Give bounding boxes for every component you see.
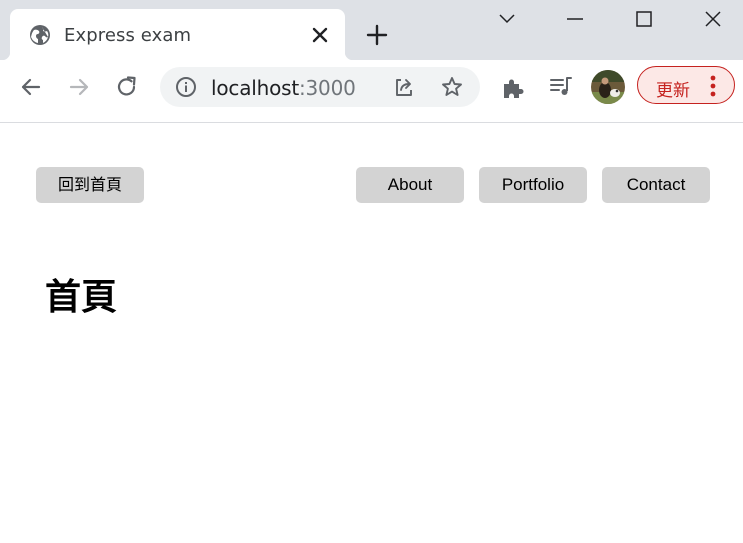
reload-icon[interactable] bbox=[114, 74, 140, 100]
tab-close-icon[interactable] bbox=[310, 25, 330, 45]
url-port: :3000 bbox=[298, 76, 356, 100]
profile-photo-icon bbox=[591, 70, 625, 104]
new-tab-icon[interactable] bbox=[364, 22, 390, 48]
browser-tab[interactable]: Express exam bbox=[2, 9, 353, 60]
tab-title: Express exam bbox=[64, 25, 192, 46]
tab-search-chevron-icon[interactable] bbox=[494, 6, 520, 32]
extensions-puzzle-icon[interactable] bbox=[500, 75, 526, 101]
more-vertical-icon[interactable] bbox=[710, 75, 716, 97]
bookmark-star-icon[interactable] bbox=[440, 75, 464, 99]
address-bar[interactable]: localhost:3000 bbox=[160, 67, 480, 107]
back-arrow-icon[interactable] bbox=[18, 74, 44, 100]
reading-list-icon[interactable] bbox=[548, 74, 574, 100]
share-icon[interactable] bbox=[392, 75, 416, 99]
globe-icon bbox=[30, 25, 50, 45]
maximize-icon[interactable] bbox=[631, 6, 657, 32]
forward-arrow-icon[interactable] bbox=[66, 74, 92, 100]
nav-about-button[interactable]: About bbox=[356, 167, 464, 203]
update-chrome-button[interactable]: 更新 bbox=[637, 66, 735, 104]
browser-toolbar: localhost:3000 更新 bbox=[0, 60, 743, 123]
minimize-icon[interactable] bbox=[562, 6, 588, 32]
tab-strip: Express exam bbox=[0, 0, 743, 60]
page-title: 首頁 bbox=[45, 277, 118, 318]
nav-portfolio-button[interactable]: Portfolio bbox=[479, 167, 587, 203]
close-window-icon[interactable] bbox=[700, 6, 726, 32]
url-host: localhost bbox=[211, 76, 299, 100]
home-link-button[interactable]: 回到首頁 bbox=[36, 167, 144, 203]
nav-contact-button[interactable]: Contact bbox=[602, 167, 710, 203]
site-info-icon[interactable] bbox=[175, 76, 197, 98]
update-label: 更新 bbox=[656, 81, 690, 101]
profile-avatar[interactable] bbox=[591, 70, 625, 104]
url-text[interactable]: localhost:3000 bbox=[211, 76, 356, 100]
